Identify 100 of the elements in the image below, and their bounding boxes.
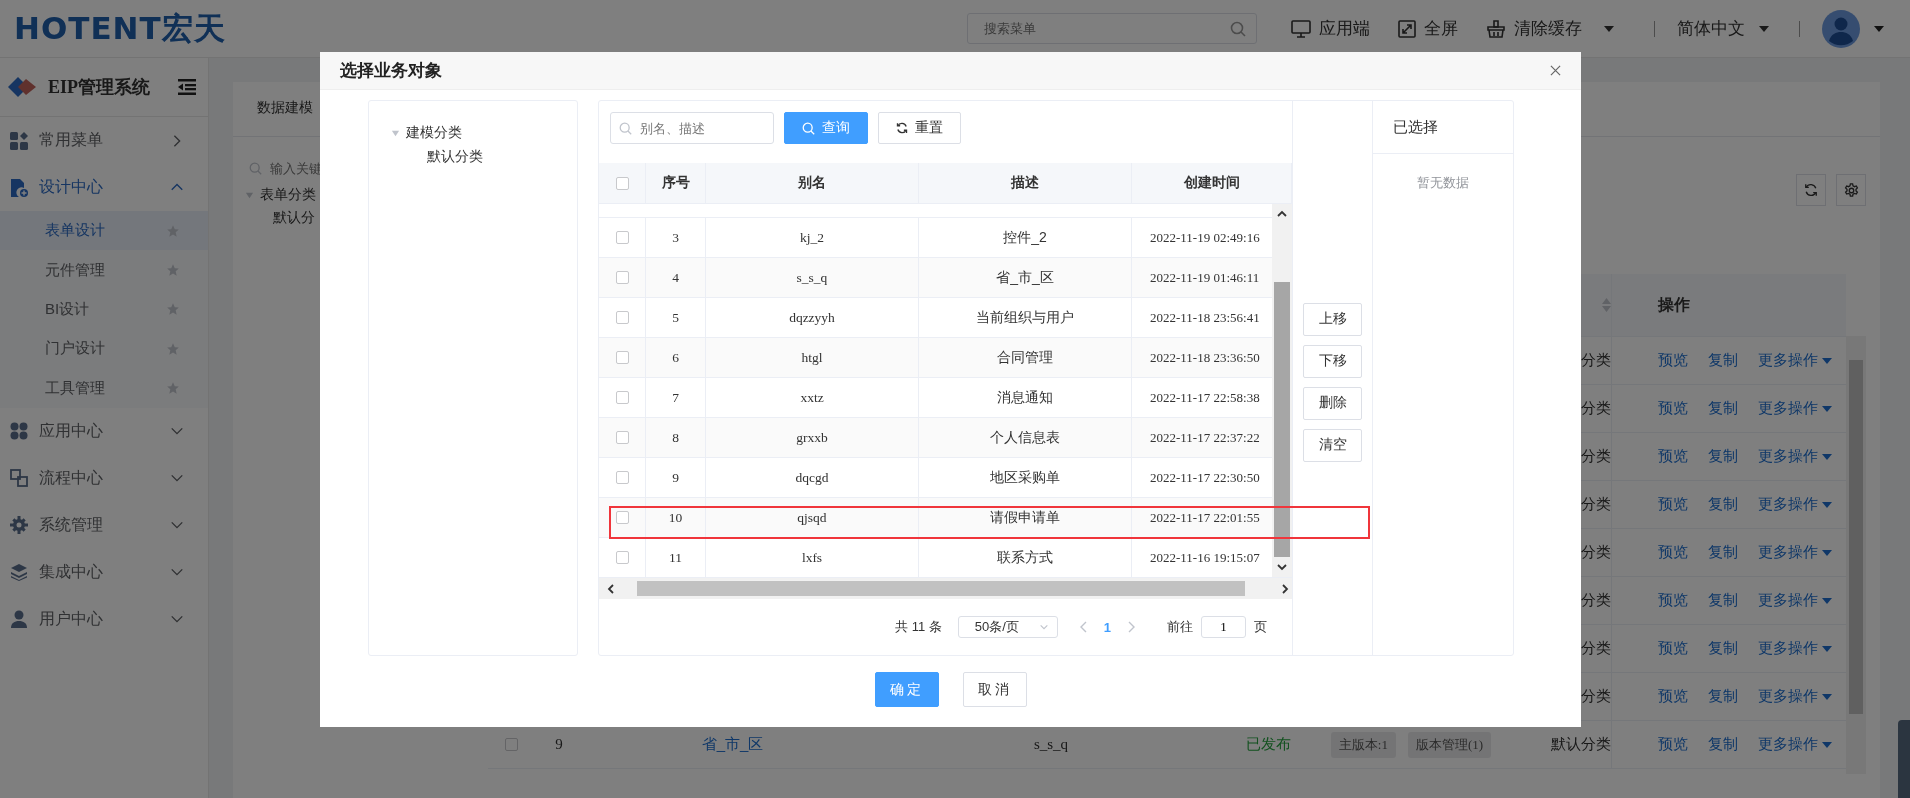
action-link[interactable]: 更多操作 — [1758, 735, 1832, 754]
page-size-select[interactable]: 50条/页 — [957, 616, 1058, 638]
cancel-button[interactable]: 取消 — [962, 672, 1027, 707]
action-link[interactable]: 预览 — [1658, 591, 1688, 610]
table-cell: grxxb — [796, 429, 828, 446]
action-link[interactable]: 更多操作 — [1758, 543, 1832, 562]
search-field[interactable]: 别名、描述 — [610, 112, 774, 144]
header-button[interactable]: 全屏 — [1398, 17, 1458, 40]
table-cell: xxtz — [800, 389, 824, 406]
caret-icon — [1822, 741, 1832, 748]
action-link[interactable]: 复制 — [1708, 639, 1738, 658]
page-number[interactable]: 1 — [1103, 619, 1111, 635]
sidebar-item[interactable]: 设计中心 — [0, 164, 208, 211]
table-cell: 个人信息表 — [990, 428, 1060, 447]
checkbox[interactable] — [615, 471, 629, 484]
action-link[interactable]: 更多操作 — [1758, 591, 1832, 610]
version-manage-button[interactable]: 版本管理(1) — [1407, 731, 1492, 758]
action-link[interactable]: 预览 — [1658, 735, 1688, 754]
tree-node[interactable]: 默认分类 — [427, 148, 483, 164]
language-selector[interactable]: 简体中文 — [1677, 17, 1769, 40]
page-input[interactable]: 1 — [1201, 616, 1246, 638]
sidebar-item[interactable]: 集成中心 — [0, 548, 208, 596]
submenu-item[interactable]: 元件管理 — [0, 250, 208, 290]
table-cell: 请假申请单 — [990, 508, 1060, 527]
action-link[interactable]: 预览 — [1658, 639, 1688, 658]
table-cell: 分类 — [1581, 447, 1611, 466]
action-link[interactable]: 预览 — [1658, 543, 1688, 562]
sidebar-item[interactable]: 应用中心 — [0, 407, 208, 455]
checkbox[interactable] — [615, 231, 629, 244]
tree-node[interactable]: 表单分类 — [260, 186, 316, 204]
action-link[interactable]: 预览 — [1658, 495, 1688, 514]
action-link[interactable]: 更多操作 — [1758, 687, 1832, 706]
action-link[interactable]: 预览 — [1658, 351, 1688, 370]
checkbox[interactable] — [615, 511, 629, 524]
search-input[interactable]: 搜索菜单 — [982, 20, 1230, 37]
action-link[interactable]: 复制 — [1708, 687, 1738, 706]
action-link[interactable]: 复制 — [1708, 591, 1738, 610]
table-cell: 11 — [669, 549, 682, 566]
logo: HOTENT宏天 — [14, 8, 226, 48]
alias-link[interactable]: 省_市_区 — [701, 735, 764, 754]
table-cell: 7 — [672, 389, 679, 406]
header-button[interactable]: 应用端 — [1291, 17, 1370, 40]
action-link[interactable]: 复制 — [1708, 399, 1738, 418]
checkbox[interactable] — [615, 351, 629, 364]
sidebar-item[interactable]: 用户中心 — [0, 595, 208, 643]
tree-node[interactable]: 默认分 — [273, 209, 315, 225]
list-action-button[interactable]: 删除 — [1303, 386, 1362, 420]
sidebar-item[interactable]: 流程中心 — [0, 454, 208, 502]
sidebar-item[interactable]: 常用菜单 — [0, 117, 208, 164]
search-button[interactable]: 查询 — [784, 112, 868, 144]
header-button[interactable]: 清除缓存 — [1486, 17, 1614, 40]
search-icon — [619, 121, 632, 135]
checkbox[interactable] — [615, 431, 629, 444]
sidebar-item[interactable]: 系统管理 — [0, 501, 208, 549]
vertical-scrollbar[interactable] — [1846, 336, 1866, 774]
tree-toggle-icon[interactable] — [391, 128, 400, 138]
action-link[interactable]: 更多操作 — [1758, 495, 1832, 514]
table-cell: 分类 — [1581, 495, 1611, 514]
checkbox[interactable] — [615, 391, 629, 404]
tree-toggle-icon[interactable] — [245, 190, 254, 200]
checkbox[interactable] — [615, 311, 629, 324]
submenu-item[interactable]: 工具管理 — [0, 368, 208, 408]
action-link[interactable]: 复制 — [1708, 543, 1738, 562]
action-link[interactable]: 更多操作 — [1758, 639, 1832, 658]
list-action-button[interactable]: 下移 — [1303, 344, 1362, 378]
settings-button[interactable] — [1836, 174, 1866, 206]
search-field[interactable]: 搜索菜单 — [967, 13, 1257, 44]
submenu-item[interactable]: BI设计 — [0, 289, 208, 330]
vertical-scrollbar[interactable] — [1272, 204, 1292, 577]
action-link[interactable]: 复制 — [1708, 447, 1738, 466]
action-link[interactable]: 复制 — [1708, 351, 1738, 370]
submenu-item[interactable]: 门户设计 — [0, 329, 208, 369]
checkbox[interactable] — [615, 271, 629, 284]
tree-node[interactable]: 建模分类 — [406, 124, 462, 142]
checkbox[interactable] — [615, 551, 629, 564]
expand-icon — [1398, 19, 1416, 38]
column-header: 描述 — [1011, 174, 1039, 192]
checkbox[interactable] — [504, 738, 518, 751]
refresh-button[interactable] — [1796, 174, 1826, 206]
action-link[interactable]: 更多操作 — [1758, 399, 1832, 418]
action-link[interactable]: 复制 — [1708, 495, 1738, 514]
action-link[interactable]: 更多操作 — [1758, 447, 1832, 466]
tab[interactable]: 数据建模 — [257, 99, 313, 119]
confirm-button[interactable]: 确定 — [874, 672, 939, 707]
checkbox[interactable] — [615, 176, 629, 190]
action-link[interactable]: 预览 — [1658, 399, 1688, 418]
column-header: 序号 — [661, 174, 690, 192]
action-link[interactable]: 预览 — [1658, 447, 1688, 466]
reset-button[interactable]: 重置 — [878, 112, 961, 144]
list-action-button[interactable]: 上移 — [1303, 302, 1362, 336]
submenu-item[interactable]: 表单设计 — [0, 211, 208, 251]
table-cell: 消息通知 — [997, 388, 1053, 407]
action-link[interactable]: 预览 — [1658, 687, 1688, 706]
table-cell: 2022-11-17 22:01:55 — [1150, 509, 1260, 526]
table-cell: 合同管理 — [997, 348, 1053, 367]
list-action-button[interactable]: 清空 — [1303, 428, 1362, 462]
horizontal-scrollbar[interactable] — [599, 578, 1292, 599]
action-link[interactable]: 更多操作 — [1758, 351, 1832, 370]
system-title: EIP管理系统 — [48, 76, 150, 99]
action-link[interactable]: 复制 — [1708, 735, 1738, 754]
